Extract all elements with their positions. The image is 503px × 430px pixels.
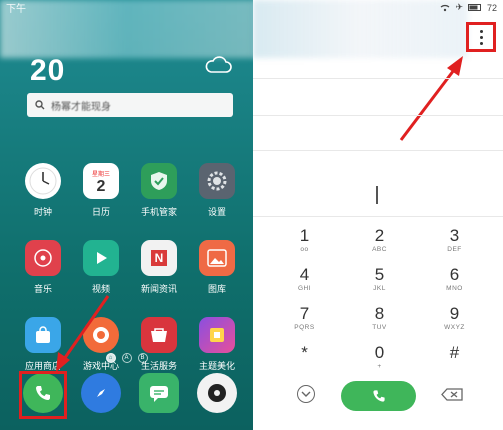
key-digit: 6 xyxy=(449,265,460,284)
backspace-icon[interactable] xyxy=(441,388,463,401)
key-letters: PQRS xyxy=(294,324,315,331)
key-5[interactable]: 5 JKL xyxy=(342,265,417,304)
dialer-action-bar xyxy=(253,373,503,419)
key-2[interactable]: 2 ABC xyxy=(342,226,417,265)
key-digit: 1 xyxy=(299,226,310,245)
divider xyxy=(253,78,503,79)
chevron-down-icon xyxy=(301,391,311,397)
key-digit: 3 xyxy=(449,226,460,245)
key-digit: 7 xyxy=(299,304,310,323)
key-1[interactable]: 1 oo xyxy=(267,226,342,265)
phone-icon xyxy=(372,390,385,402)
key-8[interactable]: 8 TUV xyxy=(342,304,417,343)
key-digit: 2 xyxy=(374,226,385,245)
key-digit: * xyxy=(301,343,308,362)
key-letters: WXYZ xyxy=(444,324,465,331)
divider xyxy=(253,115,503,116)
key-digit: 9 xyxy=(449,304,460,323)
screenshot: 下午 20 杨幂才能现身 时钟 星期三 2 日历 手机管家 设置 音乐 视频 N… xyxy=(0,0,503,430)
key-letters: ABC xyxy=(372,246,387,253)
key-letters: JKL xyxy=(373,285,386,292)
key-digit: 0 xyxy=(374,343,385,362)
key-letters: + xyxy=(377,363,382,370)
annotation-arrow-right xyxy=(399,56,463,141)
home-screen: 下午 20 杨幂才能现身 时钟 星期三 2 日历 手机管家 设置 音乐 视频 N… xyxy=(0,0,253,430)
call-button[interactable] xyxy=(341,381,416,411)
key-letters: TUV xyxy=(372,324,387,331)
divider xyxy=(253,150,503,151)
key-6[interactable]: 6 MNO xyxy=(417,265,492,304)
key-7[interactable]: 7 PQRS xyxy=(267,304,342,343)
collapse-keypad-button[interactable] xyxy=(297,385,315,403)
key-letters: DEF xyxy=(447,246,462,253)
dial-keypad: 1 oo 2 ABC 3 DEF 4 GHI 5 JKL 6 MNO 7 PQRS 8 TUV … xyxy=(267,226,492,382)
key-digit: # xyxy=(449,343,460,362)
number-input-cursor[interactable] xyxy=(376,186,378,204)
key-letters: MNO xyxy=(446,285,463,292)
key-digit: 5 xyxy=(374,265,385,284)
key-9[interactable]: 9 WXYZ xyxy=(417,304,492,343)
annotation-arrow-left xyxy=(56,295,110,372)
divider xyxy=(253,216,503,217)
dialer-screen: ✈ 72 1oo 2ABC 3DEF 4GHI 5JKL 6MNO xyxy=(253,0,503,430)
key-letters: oo xyxy=(300,246,309,253)
key-digit: 8 xyxy=(374,304,385,323)
key-3[interactable]: 3 DEF xyxy=(417,226,492,265)
key-4[interactable]: 4 GHI xyxy=(267,265,342,304)
key-digit: 4 xyxy=(299,265,310,284)
key-letters: GHI xyxy=(297,285,312,292)
